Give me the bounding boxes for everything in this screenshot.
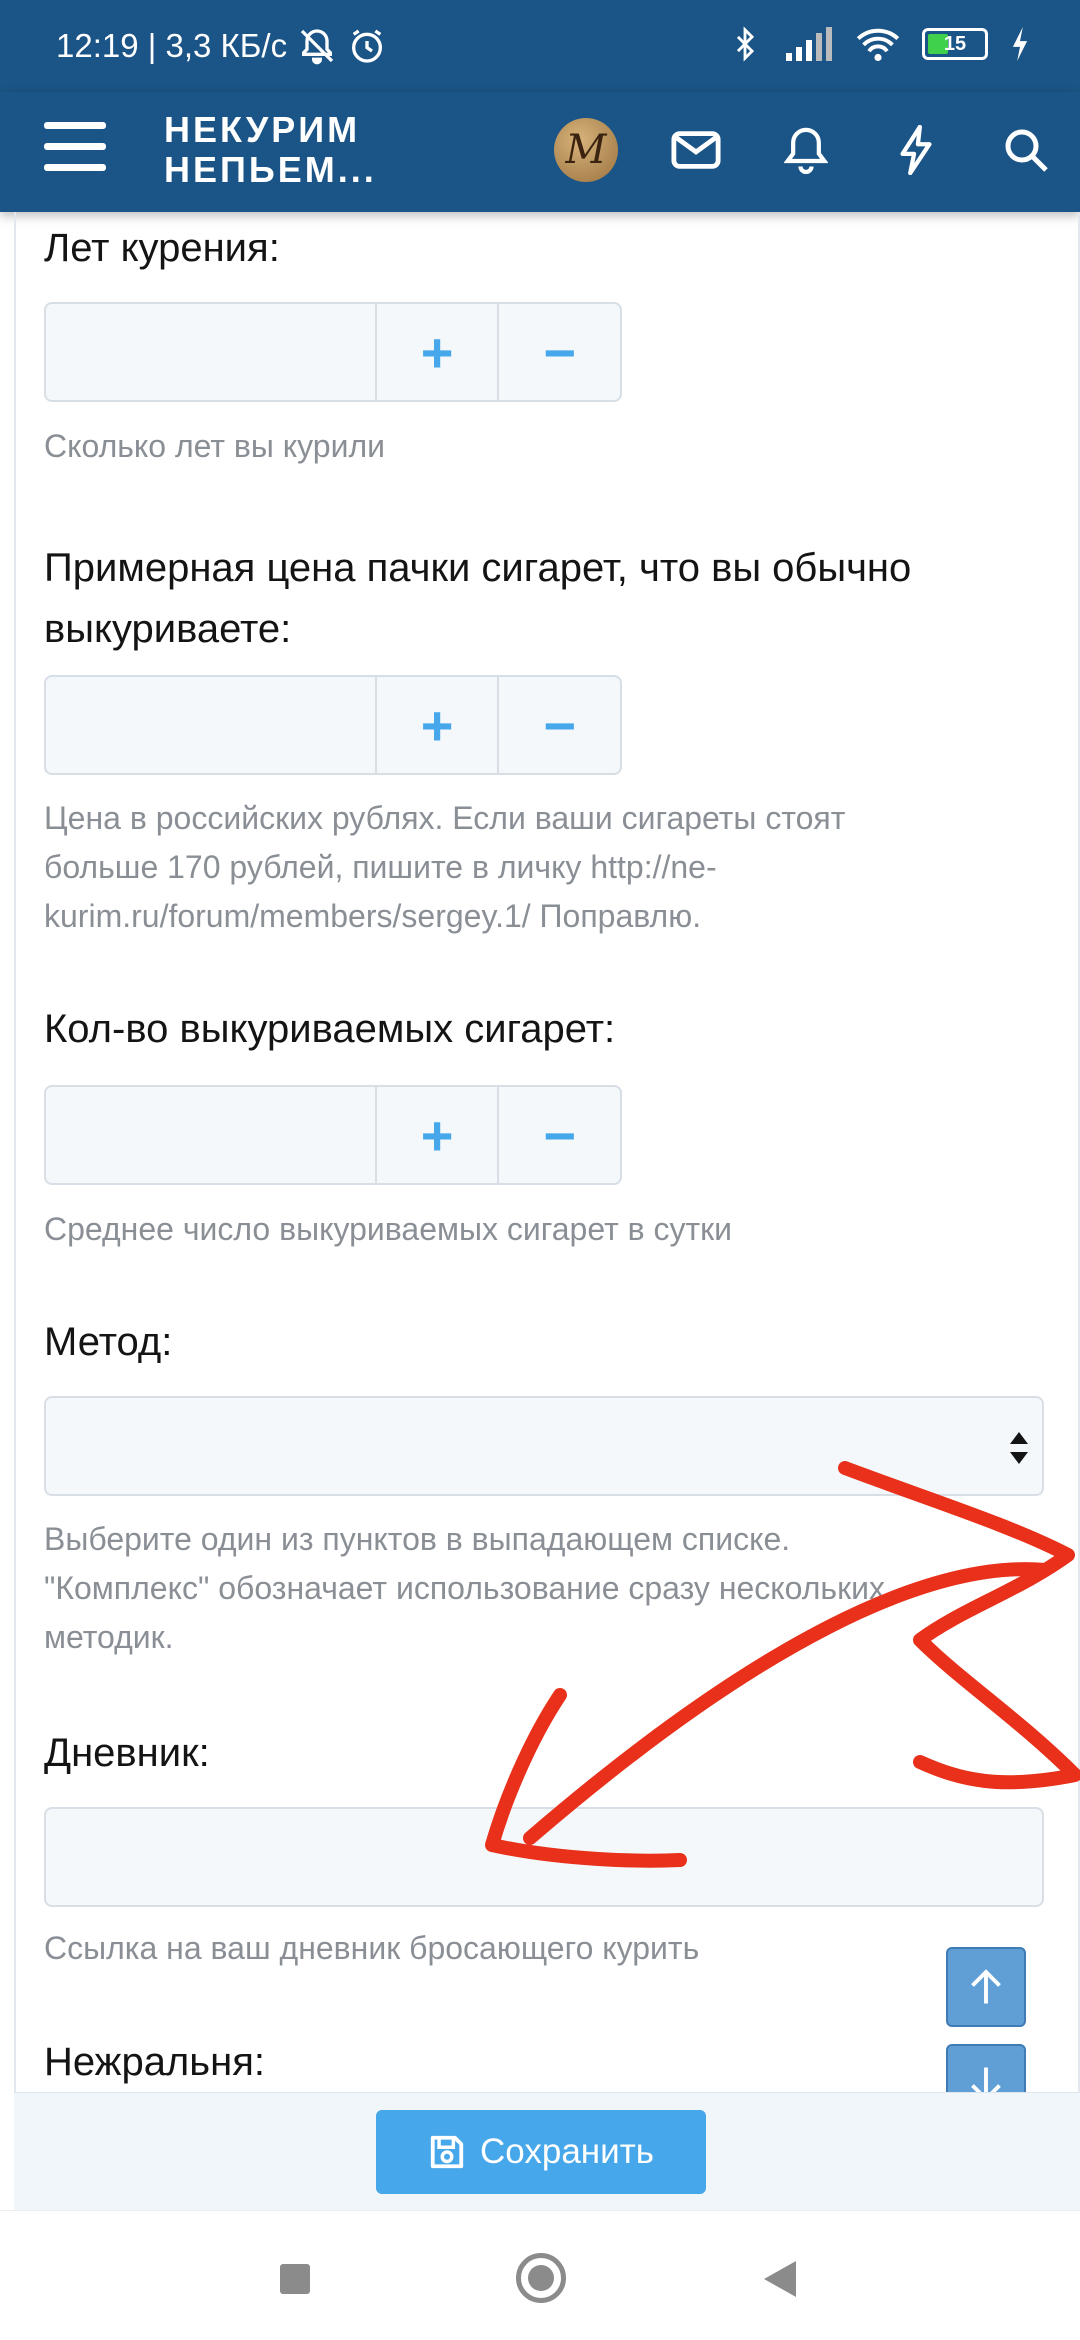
field-method: Метод: bbox=[44, 1320, 1054, 1365]
increment-button[interactable]: + bbox=[374, 1087, 498, 1183]
field-hint: Сколько лет вы курили bbox=[44, 428, 386, 464]
signal-icon bbox=[786, 27, 832, 61]
status-time: 12:19 | 3,3 КБ/с bbox=[56, 27, 288, 64]
menu-icon[interactable] bbox=[44, 122, 106, 182]
save-button-label: Сохранить bbox=[480, 2132, 654, 2171]
brand-line1: НЕКУРИМ bbox=[164, 109, 361, 150]
field-label: Лет курения: bbox=[44, 226, 280, 270]
bluetooth-icon bbox=[736, 26, 755, 62]
pack-price-stepper: + − bbox=[44, 675, 1054, 775]
field-pack-price: Примерная цена пачки сигарет, что вы обы… bbox=[44, 538, 1054, 660]
status-bar: 12:19 | 3,3 КБ/с 15 bbox=[0, 0, 1080, 92]
increment-button[interactable]: + bbox=[374, 304, 498, 400]
charging-icon bbox=[1012, 27, 1028, 61]
field-label: Метод: bbox=[44, 1320, 173, 1364]
field-hint: Ссылка на ваш дневник бросающего курить bbox=[44, 1930, 700, 1966]
brand-line2: НЕПЬЕМ... bbox=[164, 149, 377, 190]
app-header: НЕКУРИМ НЕПЬЕМ... M bbox=[0, 92, 1080, 212]
avatar[interactable]: M bbox=[550, 114, 622, 186]
field-hint: Выберите один из пунктов в выпадающем сп… bbox=[44, 1521, 885, 1655]
home-button[interactable] bbox=[516, 2253, 566, 2303]
form-content[interactable]: Лет курения: + − Сколько лет вы курили П… bbox=[14, 212, 1080, 2092]
field-diary: Дневник: bbox=[44, 1731, 1054, 1776]
diary-link-input[interactable] bbox=[44, 1807, 1044, 1907]
cigarette-count-stepper: + − bbox=[44, 1085, 1054, 1185]
form-submit-bar: Сохранить bbox=[14, 2092, 1080, 2210]
scroll-up-button[interactable] bbox=[946, 1947, 1026, 2027]
battery-icon: 15 bbox=[922, 28, 988, 60]
status-left: 12:19 | 3,3 КБ/с bbox=[56, 26, 387, 66]
field-label: Примерная цена пачки сигарет, что вы обы… bbox=[44, 546, 912, 590]
field-label: Дневник: bbox=[44, 1731, 210, 1775]
bell-icon[interactable] bbox=[770, 114, 842, 186]
back-button[interactable] bbox=[764, 2261, 796, 2297]
select-arrows-icon bbox=[1010, 1432, 1028, 1464]
cigarette-count-input[interactable] bbox=[46, 1087, 375, 1183]
diary-input-wrap bbox=[44, 1807, 1054, 1907]
smoking-years-input[interactable] bbox=[46, 304, 375, 400]
field-nezhralnya: Нежральня: bbox=[44, 2040, 1054, 2085]
search-icon[interactable] bbox=[990, 114, 1062, 186]
recents-button[interactable] bbox=[280, 2264, 310, 2294]
field-label: Нежральня: bbox=[44, 2040, 265, 2084]
system-nav-bar bbox=[0, 2210, 1080, 2340]
mail-icon[interactable] bbox=[660, 114, 732, 186]
status-right: 15 bbox=[728, 24, 1030, 64]
method-select[interactable] bbox=[44, 1396, 1044, 1496]
battery-level: 15 bbox=[943, 32, 967, 55]
field-label: Кол-во выкуриваемых сигарет: bbox=[44, 1007, 616, 1051]
field-smoking-years: Лет курения: bbox=[44, 226, 1054, 271]
increment-button[interactable]: + bbox=[374, 677, 498, 773]
decrement-button[interactable]: − bbox=[497, 304, 620, 400]
header-actions: M bbox=[550, 114, 1062, 186]
arrow-up-icon bbox=[971, 1969, 1001, 2004]
field-cigarette-count: Кол-во выкуриваемых сигарет: bbox=[44, 1007, 1054, 1052]
alarm-icon bbox=[352, 29, 383, 63]
decrement-button[interactable]: − bbox=[497, 1087, 620, 1183]
save-button[interactable]: Сохранить bbox=[376, 2110, 706, 2194]
method-select-wrap bbox=[44, 1396, 1054, 1496]
save-icon bbox=[430, 2135, 464, 2169]
decrement-button[interactable]: − bbox=[497, 677, 620, 773]
wifi-icon bbox=[856, 28, 900, 62]
lightning-icon[interactable] bbox=[880, 114, 952, 186]
field-label: выкуриваете: bbox=[44, 607, 292, 651]
site-logo[interactable]: НЕКУРИМ НЕПЬЕМ... bbox=[164, 110, 377, 190]
pack-price-input[interactable] bbox=[46, 677, 375, 773]
field-hint: Цена в российских рублях. Если ваши сига… bbox=[44, 800, 846, 934]
field-hint: Среднее число выкуриваемых сигарет в сут… bbox=[44, 1211, 733, 1247]
smoking-years-stepper: + − bbox=[44, 302, 1054, 402]
silent-alarm-icon bbox=[300, 29, 334, 65]
